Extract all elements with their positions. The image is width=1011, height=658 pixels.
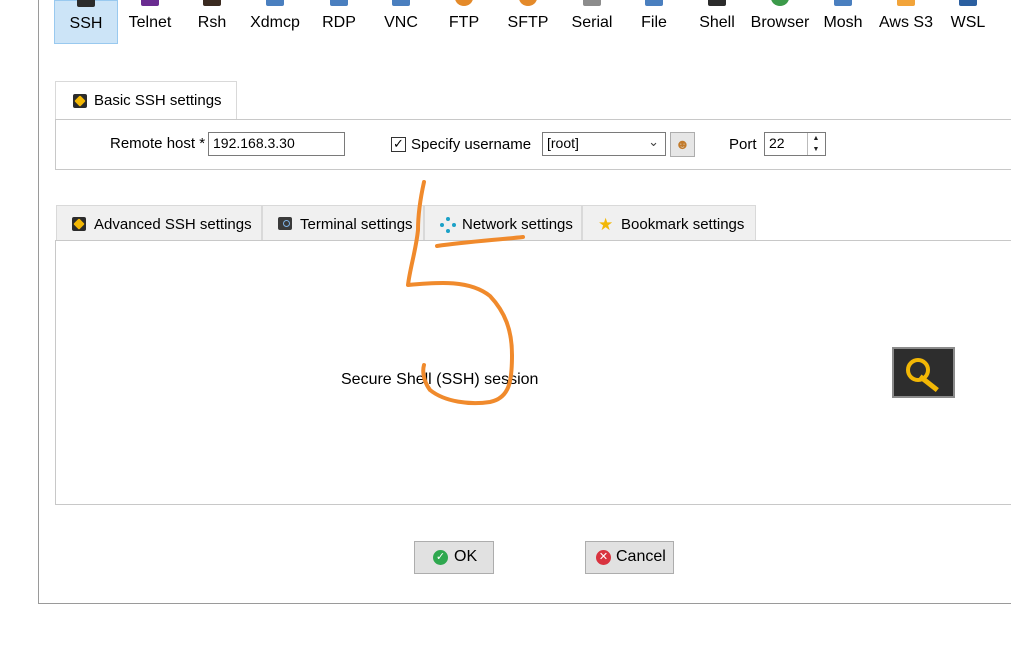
port-value: 22 bbox=[769, 135, 785, 151]
session-type-telnet[interactable]: Telnet bbox=[120, 0, 180, 44]
session-type-shell[interactable]: Shell bbox=[686, 0, 748, 44]
tab-label: Advanced SSH settings bbox=[94, 216, 252, 233]
cancel-button[interactable]: ✕ Cancel bbox=[585, 541, 674, 574]
chevron-down-icon[interactable]: ⌄ bbox=[648, 134, 659, 150]
basic-settings-panel: Remote host * 192.168.3.30 ✓ Specify use… bbox=[55, 119, 1011, 170]
session-type-sftp[interactable]: SFTP bbox=[496, 0, 560, 44]
tab-advanced-ssh-settings[interactable]: Advanced SSH settings bbox=[56, 205, 262, 241]
cancel-icon: ✕ bbox=[596, 550, 611, 565]
file-icon bbox=[645, 0, 663, 6]
user-icon: ☻ bbox=[675, 136, 690, 152]
session-type-wsl[interactable]: WSL bbox=[940, 0, 996, 44]
session-type-label: Telnet bbox=[128, 14, 172, 31]
session-content-panel: Secure Shell (SSH) session bbox=[55, 240, 1011, 505]
tab-network-settings[interactable]: Network settings bbox=[424, 205, 582, 241]
session-type-browser[interactable]: Browser bbox=[748, 0, 812, 44]
session-type-label: Aws S3 bbox=[879, 14, 933, 31]
rdp-icon bbox=[330, 0, 348, 6]
username-value: [root] bbox=[547, 135, 579, 151]
ssh-key-icon bbox=[72, 217, 86, 231]
tab-terminal-settings[interactable]: Terminal settings bbox=[262, 205, 424, 241]
vnc-icon bbox=[392, 0, 410, 6]
session-type-label: WSL bbox=[950, 14, 986, 31]
sftp-icon bbox=[519, 0, 537, 6]
wsl-icon bbox=[959, 0, 977, 6]
session-type-label: Browser bbox=[750, 14, 810, 31]
tab-bookmark-settings[interactable]: ★ Bookmark settings bbox=[582, 205, 756, 241]
ssh-icon bbox=[77, 0, 95, 7]
session-description: Secure Shell (SSH) session bbox=[341, 371, 539, 388]
session-type-aws-s3[interactable]: Aws S3 bbox=[874, 0, 938, 44]
telnet-icon bbox=[141, 0, 159, 6]
spin-up-icon[interactable]: ▲ bbox=[808, 133, 824, 144]
ok-button[interactable]: ✓ OK bbox=[414, 541, 494, 574]
tab-label: Network settings bbox=[462, 216, 573, 233]
session-type-label: VNC bbox=[384, 14, 418, 31]
session-type-label: Rsh bbox=[197, 14, 227, 31]
session-type-label: RDP bbox=[322, 14, 356, 31]
terminal-icon bbox=[278, 217, 292, 230]
star-icon: ★ bbox=[598, 215, 614, 234]
ok-label: OK bbox=[454, 548, 478, 565]
ssh-key-icon bbox=[73, 94, 87, 108]
serial-icon bbox=[583, 0, 601, 6]
session-type-label: Mosh bbox=[823, 14, 863, 31]
mosh-icon bbox=[834, 0, 852, 6]
ftp-icon bbox=[455, 0, 473, 6]
session-type-label: Xdmcp bbox=[250, 14, 300, 31]
session-type-label: Shell bbox=[699, 14, 735, 31]
session-type-label: File bbox=[641, 14, 667, 31]
port-spinner[interactable]: ▲ ▼ bbox=[807, 133, 824, 155]
session-type-rdp[interactable]: RDP bbox=[310, 0, 368, 44]
tab-label: Basic SSH settings bbox=[94, 92, 222, 109]
session-type-xdmcp[interactable]: Xdmcp bbox=[242, 0, 308, 44]
session-type-vnc[interactable]: VNC bbox=[372, 0, 430, 44]
specify-username-label: Specify username bbox=[411, 136, 532, 153]
browser-icon bbox=[771, 0, 789, 6]
session-type-ftp[interactable]: FTP bbox=[434, 0, 494, 44]
xdmcp-icon bbox=[266, 0, 284, 6]
network-icon bbox=[440, 217, 456, 233]
user-manager-button[interactable]: ☻ bbox=[670, 132, 695, 157]
session-type-label: SSH bbox=[69, 15, 103, 32]
port-input[interactable]: 22 ▲ ▼ bbox=[764, 132, 826, 156]
tab-label: Bookmark settings bbox=[621, 216, 745, 233]
session-type-mosh[interactable]: Mosh bbox=[814, 0, 872, 44]
cancel-label: Cancel bbox=[616, 548, 666, 565]
session-type-ssh[interactable]: SSH bbox=[54, 0, 118, 44]
aws-s3-icon bbox=[897, 0, 915, 6]
spin-down-icon[interactable]: ▼ bbox=[808, 144, 824, 155]
tab-basic-ssh-settings[interactable]: Basic SSH settings bbox=[55, 81, 237, 120]
key-icon bbox=[892, 347, 955, 398]
specify-username-checkbox[interactable]: ✓ bbox=[391, 137, 406, 152]
check-icon: ✓ bbox=[433, 550, 448, 565]
session-type-label: FTP bbox=[448, 14, 480, 31]
port-label: Port bbox=[729, 136, 757, 153]
remote-host-input[interactable]: 192.168.3.30 bbox=[208, 132, 345, 156]
tab-label: Terminal settings bbox=[300, 216, 413, 233]
session-type-label: SFTP bbox=[507, 14, 549, 31]
session-type-toolbar: SSH Telnet Rsh Xdmcp RDP VNC FTP SFTP Se… bbox=[54, 0, 1011, 45]
session-type-label: Serial bbox=[571, 14, 613, 31]
rsh-icon bbox=[203, 0, 221, 6]
session-type-file[interactable]: File bbox=[624, 0, 684, 44]
session-type-serial[interactable]: Serial bbox=[562, 0, 622, 44]
session-type-rsh[interactable]: Rsh bbox=[184, 0, 240, 44]
username-combo[interactable]: [root] ⌄ bbox=[542, 132, 666, 156]
shell-icon bbox=[708, 0, 726, 6]
remote-host-label: Remote host * bbox=[110, 135, 206, 152]
